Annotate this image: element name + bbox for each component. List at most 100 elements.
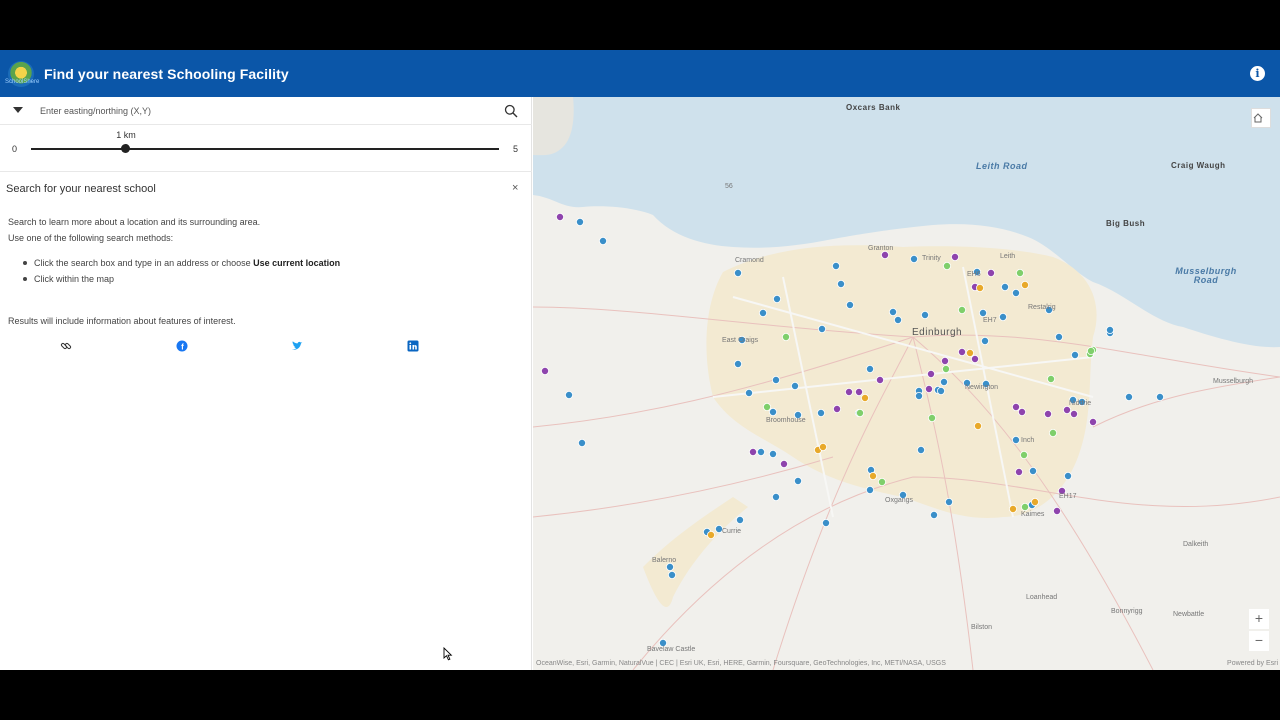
school-marker-nursery[interactable] <box>818 442 827 451</box>
school-marker-primary[interactable] <box>1055 332 1064 341</box>
school-marker-secondary[interactable] <box>926 369 935 378</box>
school-marker-primary[interactable] <box>836 279 845 288</box>
school-marker-primary[interactable] <box>944 497 953 506</box>
school-marker-primary[interactable] <box>920 310 929 319</box>
school-marker-primary[interactable] <box>735 515 744 524</box>
school-marker-secondary[interactable] <box>540 366 549 375</box>
school-marker-special[interactable] <box>957 305 966 314</box>
school-marker-secondary[interactable] <box>1063 405 1072 414</box>
school-marker-primary[interactable] <box>888 307 897 316</box>
school-marker-primary[interactable] <box>758 308 767 317</box>
school-marker-secondary[interactable] <box>854 387 863 396</box>
school-marker-primary[interactable] <box>790 381 799 390</box>
school-marker-nursery[interactable] <box>1030 497 1039 506</box>
school-marker-primary[interactable] <box>744 388 753 397</box>
school-marker-nursery[interactable] <box>1020 280 1029 289</box>
school-marker-special[interactable] <box>1047 374 1056 383</box>
school-marker-primary[interactable] <box>909 254 918 263</box>
school-marker-special[interactable] <box>1049 428 1058 437</box>
school-marker-secondary[interactable] <box>940 356 949 365</box>
school-marker-secondary[interactable] <box>1053 506 1062 515</box>
school-marker-primary[interactable] <box>1011 288 1020 297</box>
school-marker-nursery[interactable] <box>973 421 982 430</box>
map-view[interactable]: Oxcars Bank Leith Road Craig Waugh Big B… <box>533 97 1280 670</box>
school-marker-primary[interactable] <box>980 336 989 345</box>
close-icon[interactable]: × <box>512 182 518 194</box>
school-marker-primary[interactable] <box>771 492 780 501</box>
slider-thumb[interactable] <box>121 144 130 153</box>
school-marker-primary[interactable] <box>1106 325 1115 334</box>
school-marker-primary[interactable] <box>1011 435 1020 444</box>
school-marker-primary[interactable] <box>599 236 608 245</box>
school-marker-primary[interactable] <box>756 447 765 456</box>
home-button[interactable] <box>1251 108 1271 128</box>
school-marker-secondary[interactable] <box>924 384 933 393</box>
school-marker-primary[interactable] <box>733 268 742 277</box>
school-marker-nursery[interactable] <box>706 530 715 539</box>
school-marker-primary[interactable] <box>865 364 874 373</box>
school-marker-primary[interactable] <box>1156 392 1165 401</box>
link-icon[interactable] <box>60 340 72 352</box>
slider-track[interactable] <box>31 148 499 150</box>
school-marker-primary[interactable] <box>768 449 777 458</box>
school-marker-secondary[interactable] <box>880 250 889 259</box>
school-marker-primary[interactable] <box>978 308 987 317</box>
school-marker-special[interactable] <box>1087 346 1096 355</box>
linkedin-icon[interactable] <box>407 340 419 352</box>
school-marker-primary[interactable] <box>914 391 923 400</box>
school-marker-primary[interactable] <box>816 408 825 417</box>
school-marker-primary[interactable] <box>817 324 826 333</box>
collapse-chevron-icon[interactable] <box>13 107 23 113</box>
school-marker-secondary[interactable] <box>1014 467 1023 476</box>
school-marker-primary[interactable] <box>998 312 1007 321</box>
facebook-icon[interactable]: f <box>176 340 188 352</box>
school-marker-primary[interactable] <box>576 218 585 227</box>
school-marker-primary[interactable] <box>916 445 925 454</box>
info-icon[interactable]: i <box>1250 66 1265 81</box>
school-marker-secondary[interactable] <box>555 213 564 222</box>
school-marker-secondary[interactable] <box>970 354 979 363</box>
school-marker-nursery[interactable] <box>1008 504 1017 513</box>
school-marker-primary[interactable] <box>1000 282 1009 291</box>
school-marker-primary[interactable] <box>565 390 574 399</box>
school-marker-secondary[interactable] <box>779 459 788 468</box>
school-marker-secondary[interactable] <box>1089 417 1098 426</box>
school-marker-special[interactable] <box>855 408 864 417</box>
school-marker-primary[interactable] <box>939 377 948 386</box>
school-marker-primary[interactable] <box>845 300 854 309</box>
school-marker-special[interactable] <box>941 364 950 373</box>
school-marker-primary[interactable] <box>771 375 780 384</box>
school-marker-primary[interactable] <box>865 485 874 494</box>
school-marker-secondary[interactable] <box>875 375 884 384</box>
school-marker-special[interactable] <box>781 332 790 341</box>
school-marker-secondary[interactable] <box>832 404 841 413</box>
school-marker-nursery[interactable] <box>868 471 877 480</box>
school-marker-secondary[interactable] <box>1017 407 1026 416</box>
school-marker-primary[interactable] <box>1064 471 1073 480</box>
school-marker-secondary[interactable] <box>957 347 966 356</box>
school-marker-secondary[interactable] <box>1011 402 1020 411</box>
search-icon[interactable] <box>504 104 518 118</box>
school-marker-secondary[interactable] <box>950 252 959 261</box>
school-marker-special[interactable] <box>927 413 936 422</box>
school-marker-special[interactable] <box>877 477 886 486</box>
school-marker-special[interactable] <box>762 402 771 411</box>
school-marker-secondary[interactable] <box>1043 409 1052 418</box>
zoom-in-button[interactable]: + <box>1249 609 1269 629</box>
school-marker-primary[interactable] <box>733 359 742 368</box>
search-input[interactable] <box>40 100 480 122</box>
school-marker-nursery[interactable] <box>860 393 869 402</box>
school-marker-primary[interactable] <box>768 407 777 416</box>
school-marker-primary[interactable] <box>936 386 945 395</box>
zoom-out-button[interactable]: − <box>1249 631 1269 651</box>
school-marker-primary[interactable] <box>578 438 587 447</box>
school-marker-special[interactable] <box>1020 502 1029 511</box>
powered-by-esri[interactable]: Powered by Esri <box>1227 660 1278 667</box>
school-marker-primary[interactable] <box>665 562 674 571</box>
twitter-icon[interactable] <box>291 340 303 352</box>
school-marker-primary[interactable] <box>893 315 902 324</box>
school-marker-special[interactable] <box>1019 450 1028 459</box>
school-marker-primary[interactable] <box>1125 392 1134 401</box>
school-marker-secondary[interactable] <box>986 268 995 277</box>
school-marker-secondary[interactable] <box>748 447 757 456</box>
